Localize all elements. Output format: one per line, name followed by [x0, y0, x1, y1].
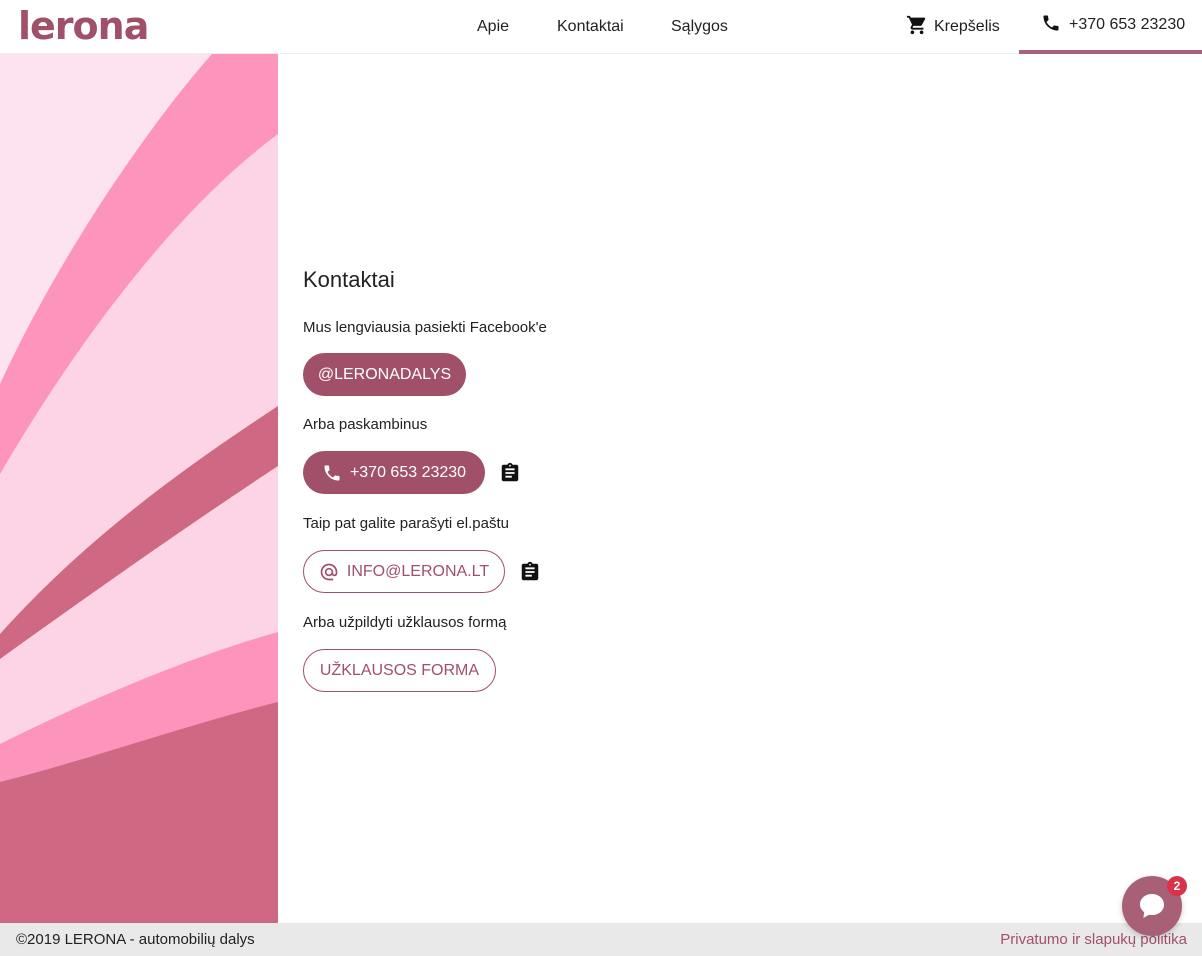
nav-item-salygos[interactable]: Sąlygos: [671, 0, 728, 54]
nav-link-salygos[interactable]: Sąlygos: [671, 0, 728, 54]
facebook-text: Mus lengviausia pasiekti Facebook'e: [303, 319, 547, 336]
header-phone-number: +370 653 23230: [1069, 16, 1186, 33]
cart-icon: [906, 14, 928, 41]
nav-item-apie[interactable]: Apie: [477, 0, 509, 54]
phone-button[interactable]: +370 653 23230: [303, 451, 485, 494]
page-title: Kontaktai: [303, 267, 395, 292]
facebook-button-label: @LERONADALYS: [317, 365, 452, 383]
call-text: Arba paskambinus: [303, 416, 428, 433]
email-button-label: INFO@LERONA.LT: [346, 562, 490, 580]
site-footer: ©2019 LERONA - automobilių dalys Privatu…: [0, 923, 1202, 956]
site-header: lerona Apie Kontaktai Sąlygos Krepšelis …: [0, 0, 1202, 54]
contacts-section: Kontaktai: [303, 266, 903, 294]
facebook-button[interactable]: @LERONADALYS: [303, 353, 466, 396]
inquiry-form-button[interactable]: UŽKLAUSOS FORMA: [303, 649, 496, 692]
copy-email-clipboard-icon[interactable]: [519, 561, 541, 583]
email-text: Taip pat galite parašyti el.paštu: [303, 515, 509, 532]
chat-notification-badge: 2: [1167, 876, 1187, 896]
phone-icon: [1041, 13, 1061, 38]
phone-icon: [322, 463, 350, 483]
header-phone-link[interactable]: +370 653 23230: [1019, 0, 1202, 54]
inquiry-form-button-label: UŽKLAUSOS FORMA: [319, 661, 480, 679]
logo[interactable]: lerona: [18, 6, 149, 46]
copy-phone-clipboard-icon[interactable]: [499, 462, 521, 484]
at-icon: [319, 562, 347, 582]
nav-link-kontaktai[interactable]: Kontaktai: [557, 0, 624, 54]
form-text: Arba užpildyti užklausos formą: [303, 614, 507, 631]
cart-label: Krepšelis: [934, 18, 1000, 35]
phone-button-label: +370 653 23230: [349, 463, 467, 481]
copyright-text: ©2019 LERONA - automobilių dalys: [16, 931, 255, 948]
decorative-side-panel: [0, 54, 278, 923]
cart-link[interactable]: Krepšelis: [906, 0, 1000, 54]
nav-item-kontaktai[interactable]: Kontaktai: [557, 0, 624, 54]
nav-link-apie[interactable]: Apie: [477, 0, 509, 54]
email-button[interactable]: INFO@LERONA.LT: [303, 550, 505, 593]
chat-bubble-icon: [1135, 889, 1169, 923]
